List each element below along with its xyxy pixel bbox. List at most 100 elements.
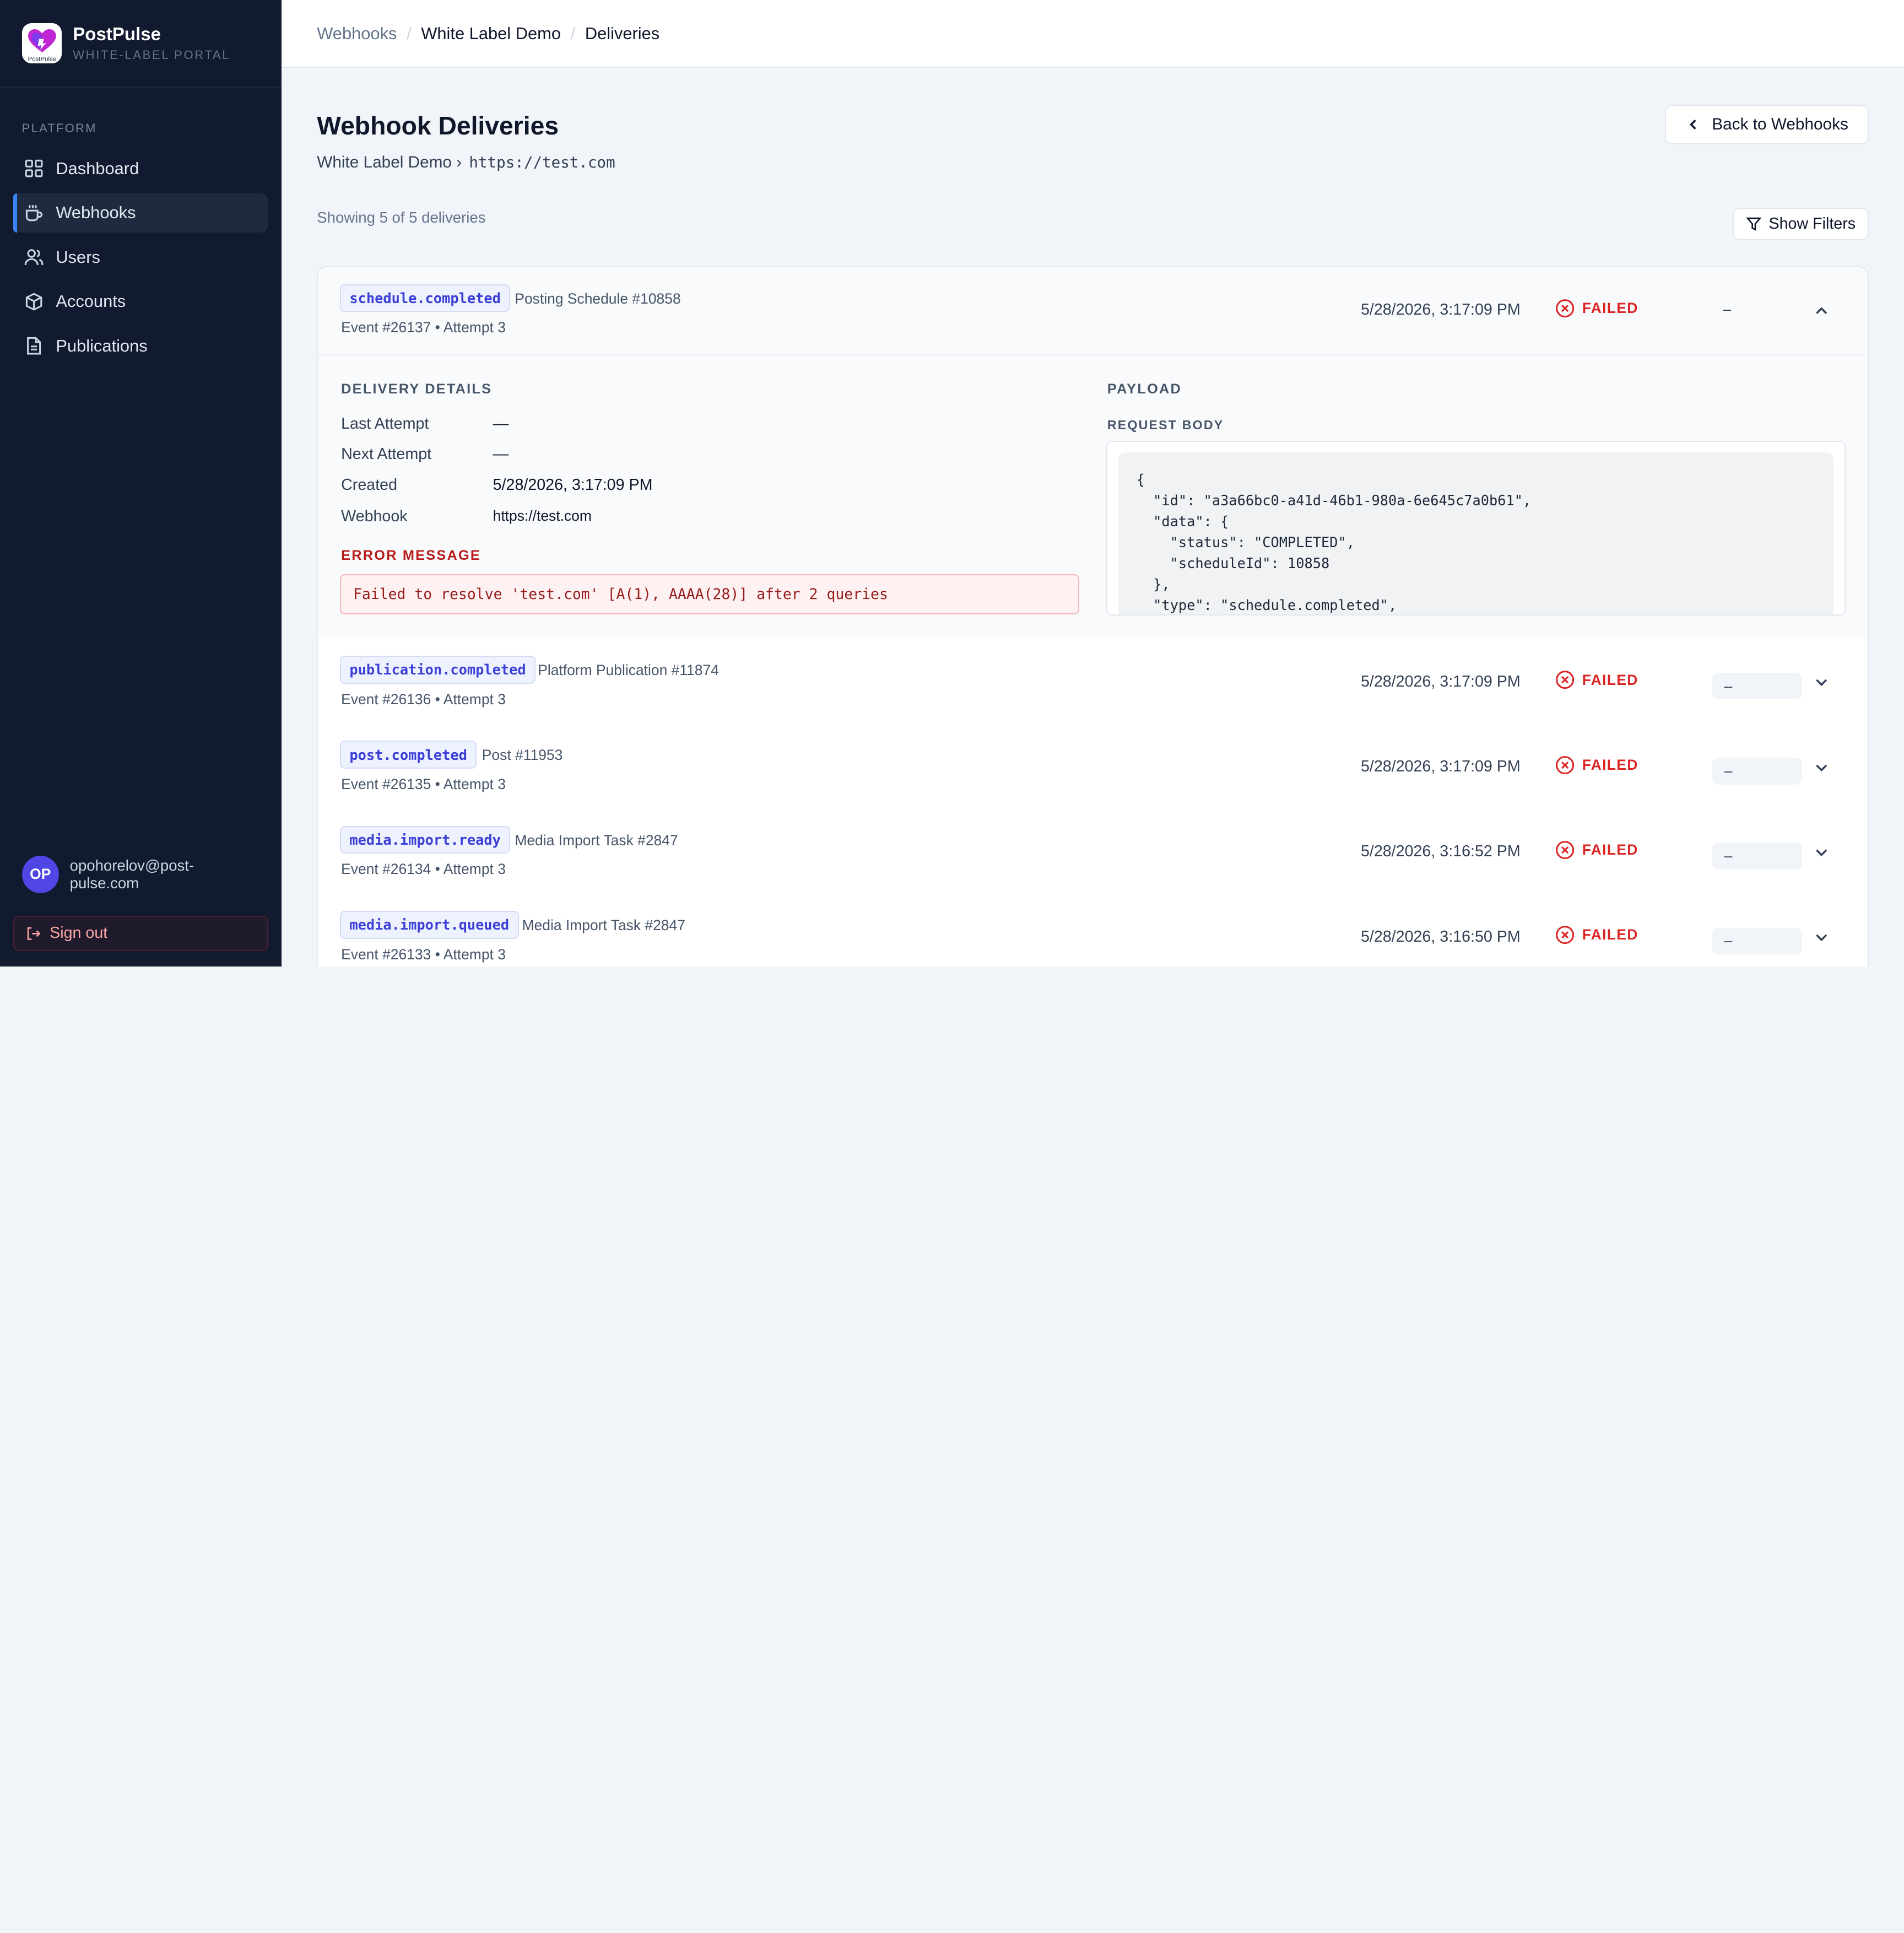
page-subtitle: White Label Demo › https://test.com [317,153,615,172]
event-meta: Event #26133 • Attempt 3 [341,946,506,963]
event-meta: Event #26136 • Attempt 3 [341,690,506,708]
webhook-label: Webhook [341,507,408,525]
event-type-tag: publication.completed [339,655,536,684]
status-badge: FAILED [1555,925,1638,944]
chevron-up-icon[interactable] [1814,304,1829,318]
chevron-down-icon[interactable] [1814,675,1829,689]
dashboard-grid-icon [24,159,44,178]
sidebar-item-dashboard[interactable]: Dashboard [13,149,268,188]
subtitle-webhook-url: https://test.com [469,153,615,171]
status-badge: FAILED [1555,670,1638,689]
showing-count: Showing 5 of 5 deliveries [317,209,486,226]
app-window: PostPulse PostPulse WHITE-LABEL PORTAL P… [0,0,1904,967]
event-type-tag: post.completed [339,741,477,769]
status-label: FAILED [1582,841,1638,858]
main-content: Webhooks / White Label Demo / Deliveries… [282,0,1904,967]
logo-text: PostPulse [28,56,56,62]
delivery-row[interactable]: publication.completed Platform Publicati… [318,639,1868,723]
breadcrumb-white-label-demo[interactable]: White Label Demo [421,24,561,44]
event-source: Posting Schedule #10858 [515,290,681,307]
event-source: Media Import Task #2847 [515,831,678,849]
sign-out-icon [25,926,41,942]
sidebar-item-label: Users [56,247,100,267]
show-filters-label: Show Filters [1768,215,1856,233]
event-source: Post #11953 [482,747,563,764]
request-body-heading: REQUEST BODY [1107,417,1224,432]
sign-out-button[interactable]: Sign out [13,915,269,951]
error-message-box: Failed to resolve 'test.com' [A(1), AAAA… [339,574,1080,614]
sidebar-item-label: Webhooks [56,203,136,223]
request-body-box[interactable]: { "id": "a3a66bc0-a41d-46b1-980a-6e645c7… [1106,440,1846,616]
user-profile[interactable]: OP opohorelov@post-pulse.com [0,850,282,899]
show-filters-button[interactable]: Show Filters [1732,207,1869,241]
x-circle-icon [1555,925,1575,944]
page-title: Webhook Deliveries [317,111,559,140]
x-circle-icon [1555,299,1575,318]
response-code: – [1712,927,1802,955]
response-code: – [1712,758,1802,785]
box-icon [24,292,44,311]
created-label: Created [341,476,398,494]
filter-icon [1745,216,1762,232]
sidebar-item-label: Accounts [56,291,126,311]
breadcrumb-deliveries: Deliveries [585,23,660,43]
delivery-time: 5/28/2026, 3:17:09 PM [1360,301,1521,319]
sidebar-item-accounts[interactable]: Accounts [13,282,268,321]
document-icon [24,336,44,355]
chevron-left-icon [1687,118,1700,131]
next-attempt-label: Next Attempt [341,445,432,463]
delivery-details-heading: DELIVERY DETAILS [341,381,493,397]
sidebar-item-publications[interactable]: Publications [13,326,268,365]
event-type-tag: schedule.completed [339,284,511,312]
sidebar-item-users[interactable]: Users [13,237,268,277]
event-meta: Event #26137 • Attempt 3 [341,319,506,336]
brand-logo: PostPulse [21,23,62,63]
avatar: OP [21,855,59,894]
status-badge: FAILED [1555,299,1638,318]
x-circle-icon [1555,670,1575,689]
x-circle-icon [1555,840,1575,860]
delivery-time: 5/28/2026, 3:16:50 PM [1360,927,1521,946]
sidebar-item-webhooks[interactable]: Webhooks [13,193,269,233]
brand[interactable]: PostPulse PostPulse WHITE-LABEL PORTAL [0,0,282,88]
event-meta: Event #26134 • Attempt 3 [341,861,506,878]
status-badge: FAILED [1555,755,1638,775]
next-attempt-value: — [493,445,509,463]
status-label: FAILED [1582,926,1638,943]
response-code: – [1723,301,1732,318]
breadcrumb-webhooks[interactable]: Webhooks [317,24,397,44]
x-circle-icon [1555,755,1575,775]
response-code: – [1712,672,1802,700]
delivery-row[interactable]: post.completed Post #11953 Event #26135 … [318,723,1868,808]
user-email: opohorelov@post-pulse.com [69,856,194,892]
users-icon [24,247,44,267]
sign-out-label: Sign out [50,924,108,942]
brand-name: PostPulse [73,24,161,45]
status-badge: FAILED [1555,840,1638,860]
delivery-row[interactable]: media.import.ready Media Import Task #28… [318,809,1868,894]
delivery-time: 5/28/2026, 3:17:09 PM [1360,758,1521,776]
chevron-down-icon[interactable] [1814,845,1829,860]
chevron-down-icon[interactable] [1814,760,1829,775]
chevron-down-icon[interactable] [1814,930,1829,944]
delivery-row[interactable]: media.import.queued Media Import Task #2… [318,894,1868,966]
delivery-row[interactable]: schedule.completed Posting Schedule #108… [318,267,1868,355]
brand-subtitle: WHITE-LABEL PORTAL [73,48,231,62]
sidebar-section-label: PLATFORM [21,121,97,136]
last-attempt-label: Last Attempt [341,415,429,433]
sidebar-item-label: Publications [56,336,148,355]
event-source: Platform Publication #11874 [538,662,719,678]
subtitle-webhook-name: White Label Demo › [317,153,462,171]
delivery-time: 5/28/2026, 3:17:09 PM [1360,672,1521,690]
deliveries-list: schedule.completed Posting Schedule #108… [317,266,1869,967]
request-body-code: { "id": "a3a66bc0-a41d-46b1-980a-6e645c7… [1118,452,1834,615]
last-attempt-value: — [493,415,509,433]
back-to-webhooks-button[interactable]: Back to Webhooks [1664,104,1869,145]
created-value: 5/28/2026, 3:17:09 PM [493,476,653,494]
webhook-value: https://test.com [493,507,592,524]
event-source: Media Import Task #2847 [522,916,685,933]
response-code: – [1712,843,1802,870]
event-type-tag: media.import.ready [339,825,511,854]
back-button-label: Back to Webhooks [1712,115,1848,133]
status-label: FAILED [1582,671,1638,688]
